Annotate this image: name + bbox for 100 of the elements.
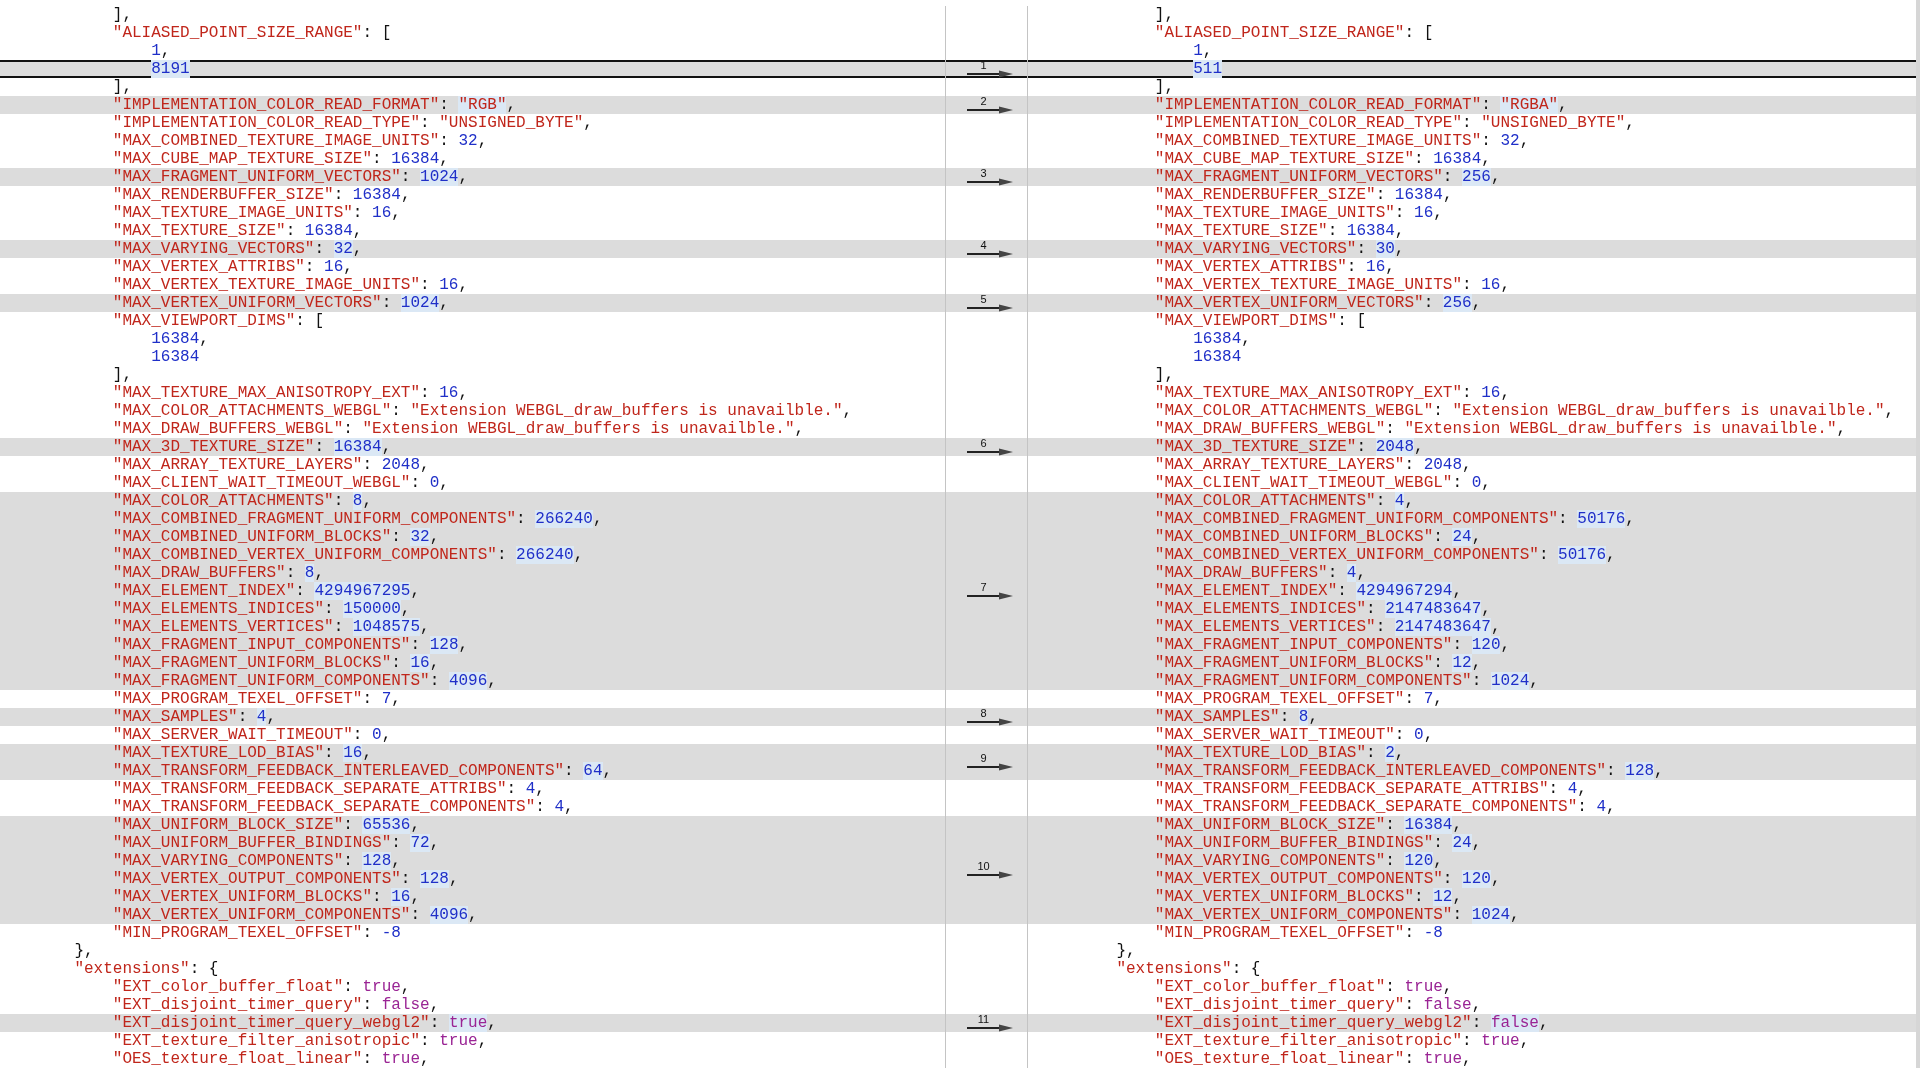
code-line: 16384 xyxy=(1192,348,1242,366)
code-line: "MIN_PROGRAM_TEXEL_OFFSET": -8 xyxy=(111,924,401,942)
code-line: "MAX_COMBINED_UNIFORM_BLOCKS": 32, xyxy=(111,528,440,546)
code-line: "MAX_VERTEX_UNIFORM_COMPONENTS": 1024, xyxy=(1153,906,1520,924)
code-line: "MAX_VERTEX_OUTPUT_COMPONENTS": 120, xyxy=(1153,870,1501,888)
code-line: "MAX_VIEWPORT_DIMS": [ xyxy=(1153,312,1367,330)
code-line: "MAX_FRAGMENT_UNIFORM_BLOCKS": 16, xyxy=(111,654,440,672)
change-number: 4 xyxy=(980,240,987,250)
code-line: "MAX_UNIFORM_BUFFER_BINDINGS": 24, xyxy=(1153,834,1482,852)
arrow-icon[interactable] xyxy=(966,70,1013,78)
code-line: ], xyxy=(111,6,132,24)
arrow-icon[interactable] xyxy=(966,106,1013,114)
code-line: "MAX_TEXTURE_MAX_ANISOTROPY_EXT": 16, xyxy=(111,384,469,402)
code-line: "MAX_ELEMENT_INDEX": 4294967295, xyxy=(111,582,421,600)
code-line: "MAX_TRANSFORM_FEEDBACK_SEPARATE_ATTRIBS": 4, xyxy=(111,780,545,798)
code-line: "MAX_VERTEX_TEXTURE_IMAGE_UNITS": 16, xyxy=(1153,276,1511,294)
arrow-icon[interactable] xyxy=(966,448,1013,456)
code-line: "MAX_PROGRAM_TEXEL_OFFSET": 7, xyxy=(1153,690,1443,708)
code-line: "MAX_TRANSFORM_FEEDBACK_SEPARATE_COMPONENTS": 4, xyxy=(1153,798,1616,816)
changed-block[interactable] xyxy=(0,492,1916,690)
code-line: }, xyxy=(73,942,94,960)
code-line: "MAX_COLOR_ATTACHMENTS_WEBGL": "Extension WEBGL_draw_buffers is unavailble.", xyxy=(1153,402,1895,420)
code-line: "MAX_COLOR_ATTACHMENTS": 8, xyxy=(111,492,373,510)
code-line: "IMPLEMENTATION_COLOR_READ_TYPE": "UNSIGNED_BYTE", xyxy=(1153,114,1635,132)
arrow-icon[interactable] xyxy=(966,871,1013,879)
code-line: "MAX_VERTEX_ATTRIBS": 16, xyxy=(111,258,353,276)
code-line: "ALIASED_POINT_SIZE_RANGE": [ xyxy=(1153,24,1434,42)
code-line: "MAX_UNIFORM_BLOCK_SIZE": 65536, xyxy=(111,816,421,834)
code-line: "MAX_TEXTURE_LOD_BIAS": 16, xyxy=(111,744,373,762)
code-line: "MAX_COMBINED_UNIFORM_BLOCKS": 24, xyxy=(1153,528,1482,546)
code-line: "MAX_DRAW_BUFFERS_WEBGL": "Extension WEBGL_draw_buffers is unavailble.", xyxy=(111,420,805,438)
code-line: "MAX_ARRAY_TEXTURE_LAYERS": 2048, xyxy=(1153,456,1472,474)
changed-block[interactable] xyxy=(0,816,1916,924)
code-line: "MAX_ELEMENTS_INDICES": 2147483647, xyxy=(1153,600,1491,618)
code-line: "MAX_SERVER_WAIT_TIMEOUT": 0, xyxy=(1153,726,1434,744)
code-line: "MAX_ARRAY_TEXTURE_LAYERS": 2048, xyxy=(111,456,430,474)
change-number: 8 xyxy=(980,708,987,718)
code-line: "MIN_PROGRAM_TEXEL_OFFSET": -8 xyxy=(1153,924,1443,942)
code-line: "MAX_3D_TEXTURE_SIZE": 2048, xyxy=(1153,438,1424,456)
code-line: "MAX_VERTEX_OUTPUT_COMPONENTS": 128, xyxy=(111,870,459,888)
arrow-icon[interactable] xyxy=(966,304,1013,312)
code-line: "EXT_disjoint_timer_query_webgl2": true, xyxy=(111,1014,497,1032)
change-number: 6 xyxy=(980,438,987,448)
changed-block[interactable]: "EXT_disjoint_timer_query_webgl2": true, 11 "EXT_disjoint_timer_query_webgl2": false, xyxy=(0,1014,1916,1032)
code-line: "MAX_VERTEX_ATTRIBS": 16, xyxy=(1153,258,1395,276)
code-line: "MAX_VERTEX_UNIFORM_BLOCKS": 12, xyxy=(1153,888,1463,906)
arrow-icon[interactable] xyxy=(966,763,1013,771)
changed-block[interactable]: "MAX_SAMPLES": 4, 8 "MAX_SAMPLES": 8, xyxy=(0,708,1916,726)
code-line: "MAX_COLOR_ATTACHMENTS_WEBGL": "Extension WEBGL_draw_buffers is unavailble.", xyxy=(111,402,853,420)
changed-block[interactable]: "MAX_FRAGMENT_UNIFORM_VECTORS": 1024, 3 "MAX_FRAGMENT_UNIFORM_VECTORS": 256, xyxy=(0,168,1916,186)
code-line: "IMPLEMENTATION_COLOR_READ_FORMAT": "RGB", xyxy=(111,96,517,114)
change-number: 7 xyxy=(980,582,987,592)
code-line: "MAX_CLIENT_WAIT_TIMEOUT_WEBGL": 0, xyxy=(111,474,449,492)
arrow-icon[interactable] xyxy=(966,178,1013,186)
changed-block[interactable]: "MAX_VERTEX_UNIFORM_VECTORS": 1024, 5 "MAX_VERTEX_UNIFORM_VECTORS": 256, xyxy=(0,294,1916,312)
code-line: "MAX_TRANSFORM_FEEDBACK_INTERLEAVED_COMPONENTS": 128, xyxy=(1153,762,1664,780)
code-line: "MAX_DRAW_BUFFERS": 4, xyxy=(1153,564,1367,582)
change-number: 5 xyxy=(980,294,987,304)
code-line: "MAX_ELEMENTS_VERTICES": 1048575, xyxy=(111,618,430,636)
changed-block[interactable]: "MAX_3D_TEXTURE_SIZE": 16384, 6 "MAX_3D_TEXTURE_SIZE": 2048, xyxy=(0,438,1916,456)
code-line: ], xyxy=(1153,366,1174,384)
arrow-icon[interactable] xyxy=(966,718,1013,726)
code-line: "EXT_color_buffer_float": true, xyxy=(1153,978,1453,996)
code-line: "MAX_TEXTURE_IMAGE_UNITS": 16, xyxy=(1153,204,1443,222)
changed-block[interactable]: "IMPLEMENTATION_COLOR_READ_FORMAT": "RGB", 2 "IMPLEMENTATION_COLOR_READ_FORMAT": "RGBA", xyxy=(0,96,1916,114)
code-line: "MAX_FRAGMENT_INPUT_COMPONENTS": 128, xyxy=(111,636,469,654)
code-line: "extensions": { xyxy=(1115,960,1261,978)
arrow-icon[interactable] xyxy=(966,592,1013,600)
code-line: 1, xyxy=(1192,42,1213,60)
code-line: "MAX_3D_TEXTURE_SIZE": 16384, xyxy=(111,438,392,456)
code-line: "MAX_DRAW_BUFFERS": 8, xyxy=(111,564,325,582)
code-line: "MAX_ELEMENT_INDEX": 4294967294, xyxy=(1153,582,1463,600)
code-line: "MAX_VERTEX_UNIFORM_COMPONENTS": 4096, xyxy=(111,906,478,924)
arrow-icon[interactable] xyxy=(966,250,1013,258)
code-line: "MAX_TEXTURE_LOD_BIAS": 2, xyxy=(1153,744,1405,762)
code-line: "MAX_FRAGMENT_INPUT_COMPONENTS": 120, xyxy=(1153,636,1511,654)
code-line: "MAX_VARYING_VECTORS": 30, xyxy=(1153,240,1405,258)
code-line: "MAX_COMBINED_VERTEX_UNIFORM_COMPONENTS": 266240, xyxy=(111,546,584,564)
code-line: "MAX_FRAGMENT_UNIFORM_VECTORS": 1024, xyxy=(111,168,469,186)
code-line: "extensions": { xyxy=(73,960,219,978)
code-line: "OES_texture_float_linear": true, xyxy=(111,1050,430,1068)
changed-block[interactable]: "MAX_TEXTURE_LOD_BIAS": 16, "MAX_TRANSFORM_FEEDBACK_INTERLEAVED_COMPONENTS": 64, 9 "MAX_TEXTURE_LOD_BIAS": 2, "MAX_TRANSFORM_FEEDBACK_INTERLEAVED_COMPONENTS": 128, xyxy=(0,744,1916,780)
code-line: "EXT_disjoint_timer_query": false, xyxy=(111,996,440,1014)
code-line: "MAX_ELEMENTS_VERTICES": 2147483647, xyxy=(1153,618,1501,636)
code-line: "MAX_COMBINED_TEXTURE_IMAGE_UNITS": 32, xyxy=(111,132,488,150)
code-line: "EXT_disjoint_timer_query": false, xyxy=(1153,996,1482,1014)
change-number: 2 xyxy=(980,96,987,106)
code-line: "MAX_TRANSFORM_FEEDBACK_INTERLEAVED_COMPONENTS": 64, xyxy=(111,762,613,780)
code-line: "MAX_SAMPLES": 4, xyxy=(111,708,277,726)
code-line: "MAX_VIEWPORT_DIMS": [ xyxy=(111,312,325,330)
code-line: "MAX_VARYING_COMPONENTS": 128, xyxy=(111,852,401,870)
code-line: ], xyxy=(111,366,132,384)
code-line: "MAX_TEXTURE_IMAGE_UNITS": 16, xyxy=(111,204,401,222)
code-line: "IMPLEMENTATION_COLOR_READ_FORMAT": "RGBA", xyxy=(1153,96,1568,114)
code-line: "MAX_CUBE_MAP_TEXTURE_SIZE": 16384, xyxy=(111,150,449,168)
code-line: "IMPLEMENTATION_COLOR_READ_TYPE": "UNSIGNED_BYTE", xyxy=(111,114,593,132)
arrow-icon[interactable] xyxy=(966,1024,1013,1032)
code-line: "MAX_FRAGMENT_UNIFORM_COMPONENTS": 4096, xyxy=(111,672,497,690)
change-number: 3 xyxy=(980,168,987,178)
changed-block[interactable]: "MAX_VARYING_VECTORS": 32, 4 "MAX_VARYING_VECTORS": 30, xyxy=(0,240,1916,258)
